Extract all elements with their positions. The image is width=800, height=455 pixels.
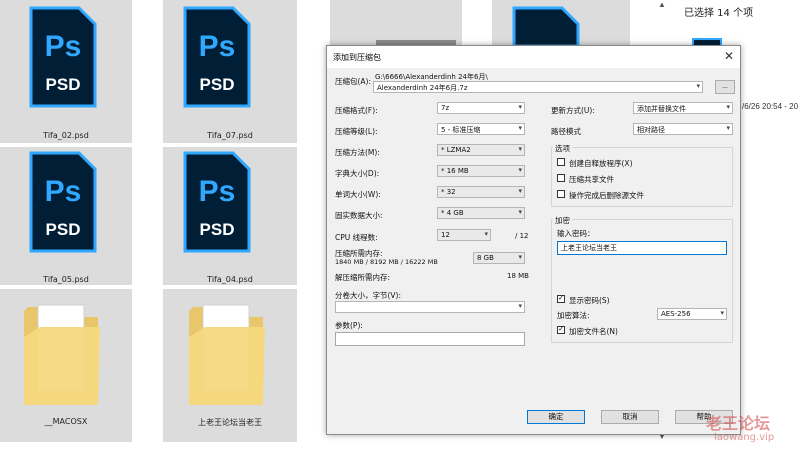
solid-label: 固实数据大小: <box>335 211 383 220</box>
watermark-logo: 老王论坛 <box>706 414 771 433</box>
update-label: 更新方式(U): <box>551 106 595 115</box>
ps-icon-text: Ps <box>45 30 82 63</box>
folder-tile[interactable]: 上老王论坛当老王 <box>163 289 297 442</box>
psd-file-icon <box>512 6 580 46</box>
sfx-label: 创建自释放程序(X) <box>569 159 633 168</box>
path-mode-select[interactable]: 相对路径 ▾ <box>633 123 733 135</box>
options-title: 选项 <box>553 143 572 154</box>
update-select[interactable]: 添加并替换文件 ▾ <box>633 102 733 114</box>
chevron-down-icon: ▾ <box>518 166 522 174</box>
ps-icon-text: Ps <box>45 175 82 208</box>
psd-file-icon: Ps PSD <box>183 151 251 253</box>
chevron-down-icon: ▾ <box>696 82 700 90</box>
chevron-down-icon: ▾ <box>518 253 522 261</box>
level-label: 压缩等级(L): <box>335 127 378 136</box>
file-tile[interactable]: Ps PSD Tifa_02.psd <box>0 0 132 143</box>
desktop: Ps PSD Tifa_02.psd Ps PSD Tifa_05.psd __… <box>0 0 800 455</box>
enc-method-select[interactable]: AES-256 ▾ <box>657 308 727 320</box>
encryption-title: 加密 <box>553 215 572 226</box>
folder-tile[interactable]: __MACOSX <box>0 289 132 442</box>
password-label: 输入密码： <box>557 229 595 238</box>
delete-checkbox[interactable] <box>557 190 565 198</box>
psd-icon-text: PSD <box>200 75 235 94</box>
chevron-down-icon: ▾ <box>518 103 522 111</box>
split-label: 分卷大小，字节(V): <box>335 291 402 300</box>
dict-select[interactable]: * 16 MB ▾ <box>437 165 525 177</box>
ps-icon-text: Ps <box>199 30 236 63</box>
file-name: Tifa_02.psd <box>43 131 89 140</box>
password-input[interactable]: 上老王论坛当老王 <box>557 241 727 255</box>
archive-label: 压缩包(A): <box>335 77 372 86</box>
chevron-down-icon: ▾ <box>518 187 522 195</box>
word-label: 单词大小(W): <box>335 190 381 199</box>
psd-icon-text: PSD <box>46 75 81 94</box>
word-select[interactable]: * 32 ▾ <box>437 186 525 198</box>
ok-button[interactable]: 确定 <box>527 410 585 424</box>
mem-detail: 1840 MB / 8192 MB / 16222 MB <box>335 258 438 266</box>
split-select[interactable]: ▾ <box>335 301 525 313</box>
dict-label: 字典大小(D): <box>335 169 380 178</box>
cancel-button[interactable]: 取消 <box>601 410 659 424</box>
folder-icon <box>24 304 100 405</box>
chevron-down-icon: ▾ <box>720 309 724 317</box>
enc-method-label: 加密算法: <box>557 311 590 320</box>
show-password-label: 显示密码(S) <box>569 296 610 305</box>
file-name: Tifa_07.psd <box>207 131 253 140</box>
folder-icon <box>189 304 265 405</box>
solid-select[interactable]: * 4 GB ▾ <box>437 207 525 219</box>
shared-label: 压缩共享文件 <box>569 175 614 184</box>
params-label: 参数(P): <box>335 321 363 330</box>
file-name: __MACOSX <box>44 417 88 426</box>
watermark-url: laowang.vip <box>714 432 775 443</box>
decomp-label: 解压缩所需内存: <box>335 273 391 282</box>
file-name: Tifa_04.psd <box>207 275 253 284</box>
chevron-down-icon: ▾ <box>518 302 522 310</box>
sfx-checkbox[interactable] <box>557 158 565 166</box>
method-select[interactable]: * LZMA2 ▾ <box>437 144 525 156</box>
encrypt-names-label: 加密文件名(N) <box>569 327 618 336</box>
cpu-select[interactable]: 12 ▾ <box>437 229 491 241</box>
selection-status: 已选择 14 个项 <box>684 8 754 19</box>
date-text: /6/26 20:54 - 20 <box>742 102 799 111</box>
scroll-up-icon[interactable]: ▲ <box>657 0 667 9</box>
file-tile[interactable] <box>492 0 630 46</box>
decomp-value: 18 MB <box>507 272 529 280</box>
level-select[interactable]: 5 - 标准压缩 ▾ <box>437 123 525 135</box>
cpu-label: CPU 线程数: <box>335 233 378 242</box>
chevron-down-icon: ▾ <box>726 124 730 132</box>
chevron-down-icon: ▾ <box>726 103 730 111</box>
params-input[interactable] <box>335 332 525 346</box>
mem-select[interactable]: 8 GB ▾ <box>473 252 525 264</box>
psd-icon-text: PSD <box>46 220 81 239</box>
chevron-down-icon: ▾ <box>484 230 488 238</box>
method-label: 压缩方法(M): <box>335 148 380 157</box>
psd-file-icon: Ps PSD <box>29 6 97 108</box>
dialog-title: 添加到压缩包 <box>333 53 381 62</box>
file-tile[interactable]: Ps PSD Tifa_04.psd <box>163 147 297 285</box>
shared-checkbox[interactable] <box>557 174 565 182</box>
encrypt-names-checkbox[interactable]: ✓ <box>557 326 565 334</box>
add-to-archive-dialog: 添加到压缩包 ✕ 压缩包(A): G:\6666\Alexanderdinh 2… <box>326 45 741 435</box>
file-name: 上老王论坛当老王 <box>198 418 262 427</box>
psd-file-icon: Ps PSD <box>29 151 97 253</box>
chevron-down-icon: ▾ <box>518 124 522 132</box>
close-icon[interactable]: ✕ <box>724 49 734 63</box>
file-tile[interactable]: Ps PSD Tifa_07.psd <box>163 0 297 143</box>
show-password-checkbox[interactable]: ✓ <box>557 295 565 303</box>
file-tile[interactable]: Ps PSD Tifa_05.psd <box>0 147 132 285</box>
format-select[interactable]: 7z ▾ <box>437 102 525 114</box>
file-name: Tifa_05.psd <box>43 275 89 284</box>
delete-label: 操作完成后删除源文件 <box>569 191 644 200</box>
chevron-down-icon: ▾ <box>518 145 522 153</box>
dialog-titlebar[interactable]: 添加到压缩包 ✕ <box>327 46 740 68</box>
chevron-down-icon: ▾ <box>518 208 522 216</box>
ps-icon-text: Ps <box>199 175 236 208</box>
cpu-total: / 12 <box>515 232 529 240</box>
psd-icon-text: PSD <box>200 220 235 239</box>
browse-button[interactable]: ... <box>715 80 735 94</box>
psd-file-icon: Ps PSD <box>183 6 251 108</box>
archive-name-combo[interactable]: Alexanderdinh 24年6月.7z ▾ <box>373 81 703 93</box>
path-mode-label: 路径模式 <box>551 127 581 136</box>
format-label: 压缩格式(F): <box>335 106 378 115</box>
